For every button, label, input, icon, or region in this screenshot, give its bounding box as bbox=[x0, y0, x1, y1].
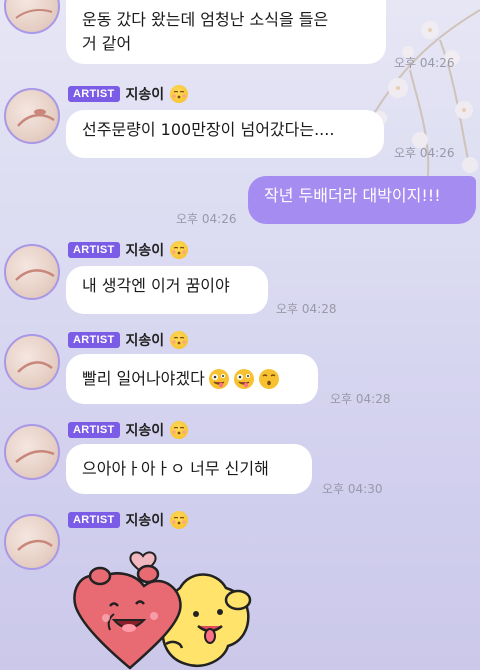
avatar[interactable] bbox=[4, 334, 60, 390]
artist-badge: ARTIST bbox=[68, 86, 120, 102]
message-time: 오후 04:30 bbox=[322, 482, 383, 496]
kissing-face-emoji-icon bbox=[170, 511, 189, 529]
kissing-face-emoji-icon bbox=[170, 331, 189, 349]
sender-name: 지송이 bbox=[125, 513, 165, 529]
zany-face-emoji-icon bbox=[233, 368, 255, 390]
message-text: 빨리 일어나야겠다 bbox=[82, 369, 205, 388]
chat-bubble: 선주문량이 100만장이 넘어갔다는.... bbox=[66, 110, 384, 158]
artist-badge: ARTIST bbox=[68, 242, 120, 258]
sticker-image[interactable] bbox=[70, 540, 270, 670]
message-text-line: 거 같어 bbox=[82, 34, 132, 53]
kissing-face-emoji-icon bbox=[170, 421, 189, 439]
message-time: 오후 04:26 bbox=[394, 56, 455, 70]
kissing-face-emoji-icon bbox=[170, 241, 189, 259]
sender-line: ARTIST 지송이 bbox=[68, 84, 189, 104]
message-text-line: 운동 갔다 왔는데 엄청난 소식을 들은 bbox=[82, 10, 329, 29]
sender-name: 지송이 bbox=[125, 87, 165, 103]
message-text: 으아아ㅏ아ㅏㅇ 너무 신기해 bbox=[82, 459, 269, 478]
message-text: 작년 두배더라 대박이지!!! bbox=[264, 186, 441, 205]
sender-line: ARTIST 지송이 bbox=[68, 510, 189, 530]
avatar[interactable] bbox=[4, 424, 60, 480]
sender-line: ARTIST 지송이 bbox=[68, 330, 189, 350]
kissing-face-emoji-icon bbox=[258, 368, 280, 390]
avatar[interactable] bbox=[4, 514, 60, 570]
sender-name: 지송이 bbox=[125, 423, 165, 439]
sender-name: 지송이 bbox=[125, 333, 165, 349]
zany-face-emoji-icon bbox=[208, 368, 230, 390]
sender-name: 지송이 bbox=[125, 243, 165, 259]
message-text: 내 생각엔 이거 꿈이야 bbox=[82, 276, 230, 295]
sender-line: ARTIST 지송이 bbox=[68, 420, 189, 440]
message-time: 오후 04:26 bbox=[394, 146, 455, 160]
message-text: 선주문량이 100만장이 넘어갔다는.... bbox=[82, 120, 335, 139]
artist-badge: ARTIST bbox=[68, 422, 120, 438]
avatar[interactable] bbox=[4, 244, 60, 300]
sender-line: ARTIST 지송이 bbox=[68, 240, 189, 260]
avatar[interactable] bbox=[4, 88, 60, 144]
chat-bubble: 으아아ㅏ아ㅏㅇ 너무 신기해 bbox=[66, 444, 312, 494]
chat-bubble-outgoing: 작년 두배더라 대박이지!!! bbox=[248, 176, 476, 224]
chat-bubble: 빨리 일어나야겠다 bbox=[66, 354, 318, 404]
message-time: 오후 04:26 bbox=[176, 212, 237, 226]
artist-badge: ARTIST bbox=[68, 332, 120, 348]
kissing-face-emoji-icon bbox=[170, 85, 189, 103]
avatar[interactable] bbox=[4, 0, 60, 34]
artist-badge: ARTIST bbox=[68, 512, 120, 528]
message-time: 오후 04:28 bbox=[276, 302, 337, 316]
chat-bubble: 내 생각엔 이거 꿈이야 bbox=[66, 266, 268, 314]
message-time: 오후 04:28 bbox=[330, 392, 391, 406]
chat-bubble: 운동 갔다 왔는데 엄청난 소식을 들은 거 같어 bbox=[66, 0, 386, 64]
